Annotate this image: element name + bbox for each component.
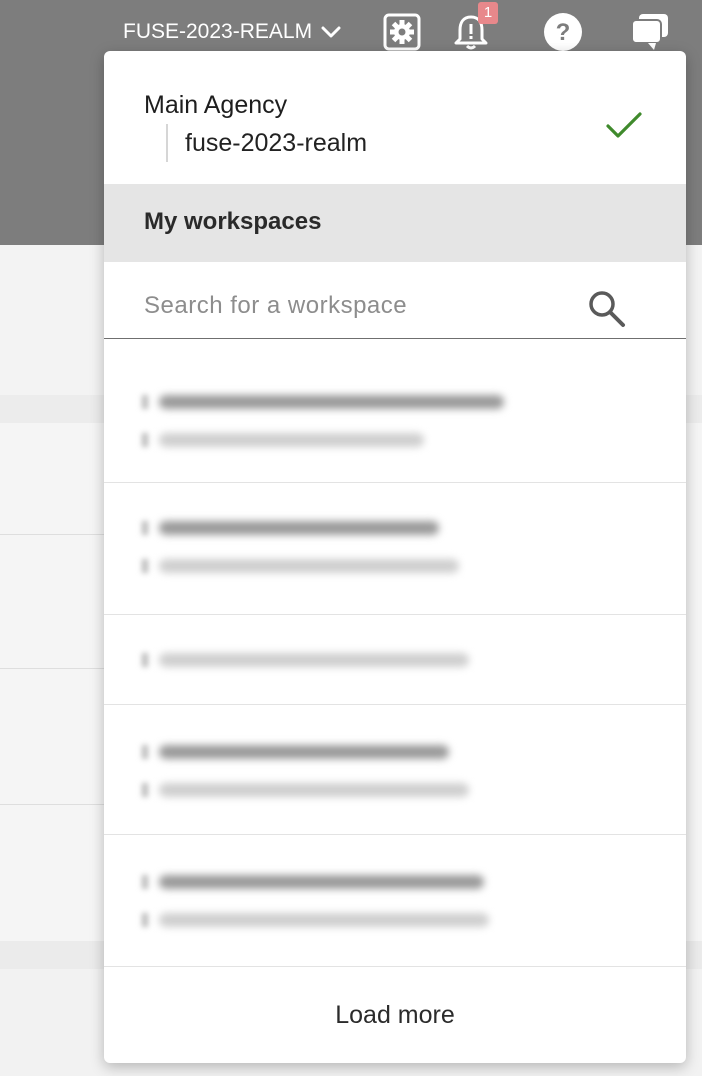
workspace-item[interactable]: [104, 835, 686, 967]
current-realm-name: fuse-2023-realm: [185, 128, 368, 157]
workspace-list: [104, 339, 686, 967]
notification-badge: 1: [478, 2, 498, 24]
workspace-item[interactable]: [104, 483, 686, 615]
workspace-item[interactable]: [104, 705, 686, 835]
workspaces-section-header: My workspaces: [104, 184, 686, 262]
blurred-marker: [142, 433, 148, 447]
workspace-dropdown: Main Agency fuse-2023-realm My workspace…: [104, 51, 686, 1063]
blurred-marker: [142, 913, 148, 927]
blurred-workspace-name: [159, 395, 504, 409]
blurred-marker: [142, 395, 148, 409]
blurred-workspace-realm: [159, 559, 459, 573]
settings-button[interactable]: [382, 12, 422, 52]
background-divider: [0, 804, 120, 805]
blurred-workspace-realm: [159, 433, 424, 447]
help-button[interactable]: ?: [543, 12, 583, 52]
load-more-button[interactable]: Load more: [104, 967, 686, 1063]
current-workspace-option[interactable]: Main Agency fuse-2023-realm: [104, 51, 686, 184]
blurred-workspace-realm: [159, 653, 469, 667]
background-divider: [0, 534, 120, 535]
help-icon: ?: [544, 13, 582, 51]
blurred-workspace-name: [159, 745, 449, 759]
chat-button[interactable]: [630, 12, 670, 52]
section-title: My workspaces: [144, 208, 322, 235]
blurred-marker: [142, 559, 148, 573]
workspace-search: [104, 262, 686, 339]
realm-label: FUSE-2023-REALM: [123, 20, 313, 43]
workspace-item[interactable]: [104, 339, 686, 483]
blurred-marker: [142, 783, 148, 797]
workspace-item[interactable]: [104, 615, 686, 705]
current-org-name: Main Agency: [144, 91, 288, 119]
search-icon[interactable]: [587, 289, 627, 329]
blurred-workspace-realm: [159, 913, 489, 927]
blurred-marker: [142, 521, 148, 535]
background-divider: [0, 668, 120, 669]
workspace-search-input[interactable]: [144, 288, 564, 324]
current-realm-wrapper: fuse-2023-realm: [166, 124, 367, 162]
blurred-workspace-name: [159, 875, 484, 889]
blurred-marker: [142, 875, 148, 889]
realm-switcher[interactable]: FUSE-2023-REALM: [123, 17, 341, 47]
checkmark-icon: [606, 112, 642, 138]
gear-icon: [383, 13, 421, 51]
blurred-marker: [142, 745, 148, 759]
blurred-workspace-realm: [159, 783, 469, 797]
chevron-down-icon: [321, 26, 341, 38]
svg-text:?: ?: [556, 19, 571, 46]
blurred-workspace-name: [159, 521, 439, 535]
blurred-marker: [142, 653, 148, 667]
chat-icon: [631, 14, 668, 50]
